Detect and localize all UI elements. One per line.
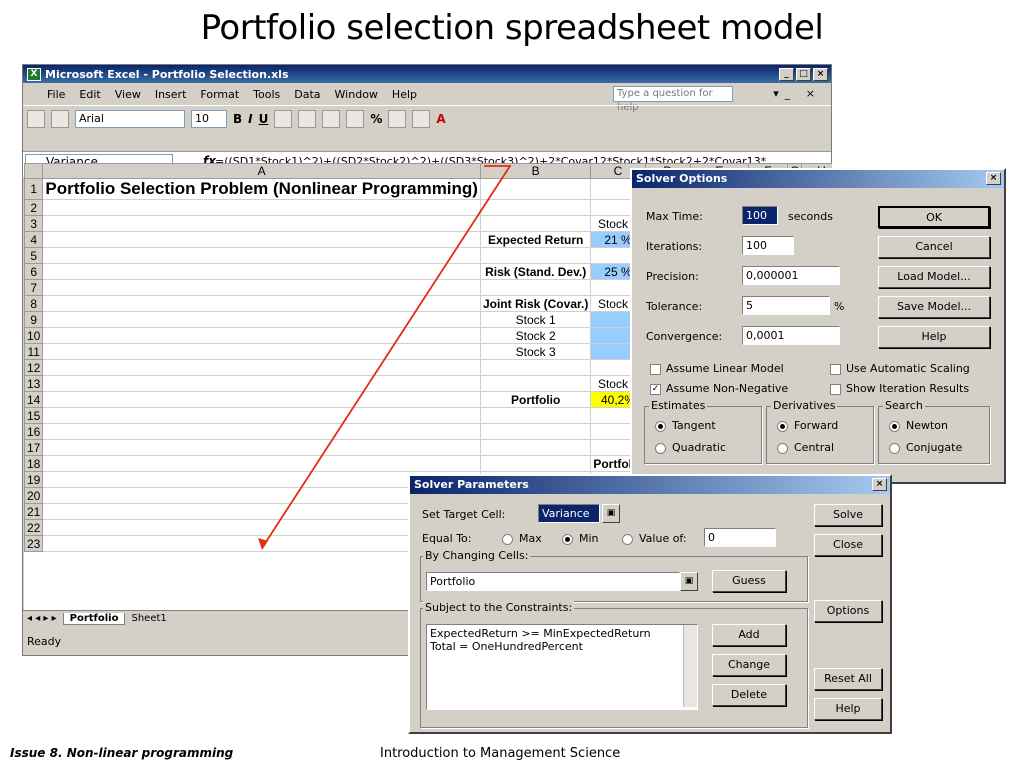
percent-label: % bbox=[834, 300, 845, 313]
checkbox-box[interactable] bbox=[830, 383, 841, 395]
precision-field[interactable]: 0,000001 bbox=[742, 266, 840, 285]
checkbox-box[interactable] bbox=[830, 363, 841, 375]
radio-max[interactable]: Max bbox=[502, 532, 542, 545]
radio-dot[interactable] bbox=[777, 442, 788, 454]
constraint-item[interactable]: ExpectedReturn >= MinExpectedReturn bbox=[430, 627, 694, 640]
solver-options-title-text: Solver Options bbox=[636, 172, 728, 185]
scrollbar[interactable] bbox=[683, 625, 697, 707]
close-icon[interactable]: × bbox=[872, 478, 887, 491]
precision-label: Precision: bbox=[646, 270, 699, 283]
target-cell-field[interactable]: Variance bbox=[538, 504, 600, 523]
radio-central[interactable]: Central bbox=[777, 441, 834, 454]
tolerance-label: Tolerance: bbox=[646, 300, 703, 313]
options-button[interactable]: Options bbox=[814, 600, 882, 622]
cancel-button[interactable]: Cancel bbox=[878, 236, 990, 258]
radio-dot[interactable] bbox=[655, 420, 666, 432]
footer-center: Introduction to Management Science bbox=[380, 746, 621, 761]
radio-dot[interactable] bbox=[889, 420, 900, 432]
convergence-label: Convergence: bbox=[646, 330, 723, 343]
close-button[interactable]: Close bbox=[814, 534, 882, 556]
forward-label: Forward bbox=[794, 419, 839, 432]
radio-dot[interactable] bbox=[502, 533, 513, 545]
collapse-dialog-icon[interactable]: ▣ bbox=[680, 572, 698, 591]
subject-to-label: Subject to the Constraints: bbox=[423, 601, 575, 614]
save-model-button[interactable]: Save Model... bbox=[878, 296, 990, 318]
value-of-label: Value of: bbox=[639, 532, 687, 545]
assume-nonneg-label: Assume Non-Negative bbox=[666, 382, 789, 395]
ok-button[interactable]: OK bbox=[878, 206, 990, 228]
assume-linear-checkbox[interactable]: Assume Linear Model bbox=[650, 362, 784, 375]
cell-A1[interactable]: Portfolio Selection Problem (Nonlinear P… bbox=[42, 178, 481, 200]
radio-quadratic[interactable]: Quadratic bbox=[655, 441, 726, 454]
show-iter-checkbox[interactable]: Show Iteration Results bbox=[830, 382, 969, 395]
central-label: Central bbox=[794, 441, 835, 454]
guess-button[interactable]: Guess bbox=[712, 570, 786, 592]
target-cell-label: Set Target Cell: bbox=[422, 508, 506, 521]
constraint-item[interactable]: Total = OneHundredPercent bbox=[430, 640, 694, 653]
checkmark-icon[interactable]: ✓ bbox=[650, 383, 661, 395]
iterations-field[interactable]: 100 bbox=[742, 236, 794, 255]
equal-to-label: Equal To: bbox=[422, 532, 472, 545]
radio-dot[interactable] bbox=[622, 533, 633, 545]
radio-conjugate[interactable]: Conjugate bbox=[889, 441, 962, 454]
constraints-list[interactable]: ExpectedReturn >= MinExpectedReturn Tota… bbox=[426, 624, 698, 710]
checkbox-box[interactable] bbox=[650, 363, 661, 375]
newton-label: Newton bbox=[906, 419, 949, 432]
solver-parameters-dialog: Solver Parameters × Set Target Cell: Var… bbox=[408, 474, 892, 734]
radio-dot[interactable] bbox=[889, 442, 900, 454]
estimates-title: Estimates bbox=[649, 399, 708, 412]
solver-options-title: Solver Options × bbox=[632, 170, 1004, 188]
solve-button[interactable]: Solve bbox=[814, 504, 882, 526]
close-icon[interactable]: × bbox=[986, 172, 1001, 185]
changing-cells-field[interactable]: Portfolio bbox=[426, 572, 680, 591]
max-time-field[interactable]: 100 bbox=[742, 206, 778, 225]
min-label: Min bbox=[579, 532, 599, 545]
help-button[interactable]: Help bbox=[814, 698, 882, 720]
auto-scaling-label: Use Automatic Scaling bbox=[846, 362, 970, 375]
radio-dot[interactable] bbox=[777, 420, 788, 432]
estimates-group: Estimates Tangent Quadratic bbox=[644, 399, 762, 464]
search-group: Search Newton Conjugate bbox=[878, 399, 990, 464]
convergence-field[interactable]: 0,0001 bbox=[742, 326, 840, 345]
radio-value-of[interactable]: Value of: bbox=[622, 532, 687, 545]
quadratic-label: Quadratic bbox=[672, 441, 727, 454]
radio-min[interactable]: Min bbox=[562, 532, 599, 545]
tangent-label: Tangent bbox=[672, 419, 716, 432]
tolerance-field[interactable]: 5 bbox=[742, 296, 830, 315]
help-button[interactable]: Help bbox=[878, 326, 990, 348]
solver-parameters-title: Solver Parameters × bbox=[410, 476, 890, 494]
solver-options-dialog: Solver Options × Max Time: 100 seconds I… bbox=[630, 168, 1006, 484]
solver-parameters-title-text: Solver Parameters bbox=[414, 478, 529, 491]
delete-button[interactable]: Delete bbox=[712, 684, 786, 706]
show-iter-label: Show Iteration Results bbox=[846, 382, 970, 395]
by-changing-label: By Changing Cells: bbox=[423, 549, 531, 562]
radio-dot[interactable] bbox=[655, 442, 666, 454]
add-button[interactable]: Add bbox=[712, 624, 786, 646]
radio-dot[interactable] bbox=[562, 533, 573, 545]
derivatives-title: Derivatives bbox=[771, 399, 838, 412]
footer-left: Issue 8. Non-linear programming bbox=[10, 746, 234, 760]
assume-nonneg-checkbox[interactable]: ✓ Assume Non-Negative bbox=[650, 382, 788, 395]
radio-tangent[interactable]: Tangent bbox=[655, 419, 716, 432]
iterations-label: Iterations: bbox=[646, 240, 703, 253]
value-of-field[interactable]: 0 bbox=[704, 528, 776, 547]
search-title: Search bbox=[883, 399, 925, 412]
auto-scaling-checkbox[interactable]: Use Automatic Scaling bbox=[830, 362, 970, 375]
radio-forward[interactable]: Forward bbox=[777, 419, 838, 432]
max-time-label: Max Time: bbox=[646, 210, 703, 223]
collapse-dialog-icon[interactable]: ▣ bbox=[602, 504, 620, 523]
seconds-label: seconds bbox=[788, 210, 833, 223]
radio-newton[interactable]: Newton bbox=[889, 419, 948, 432]
conjugate-label: Conjugate bbox=[906, 441, 963, 454]
change-button[interactable]: Change bbox=[712, 654, 786, 676]
load-model-button[interactable]: Load Model... bbox=[878, 266, 990, 288]
assume-linear-label: Assume Linear Model bbox=[666, 362, 784, 375]
derivatives-group: Derivatives Forward Central bbox=[766, 399, 874, 464]
max-label: Max bbox=[519, 532, 542, 545]
reset-all-button[interactable]: Reset All bbox=[814, 668, 882, 690]
